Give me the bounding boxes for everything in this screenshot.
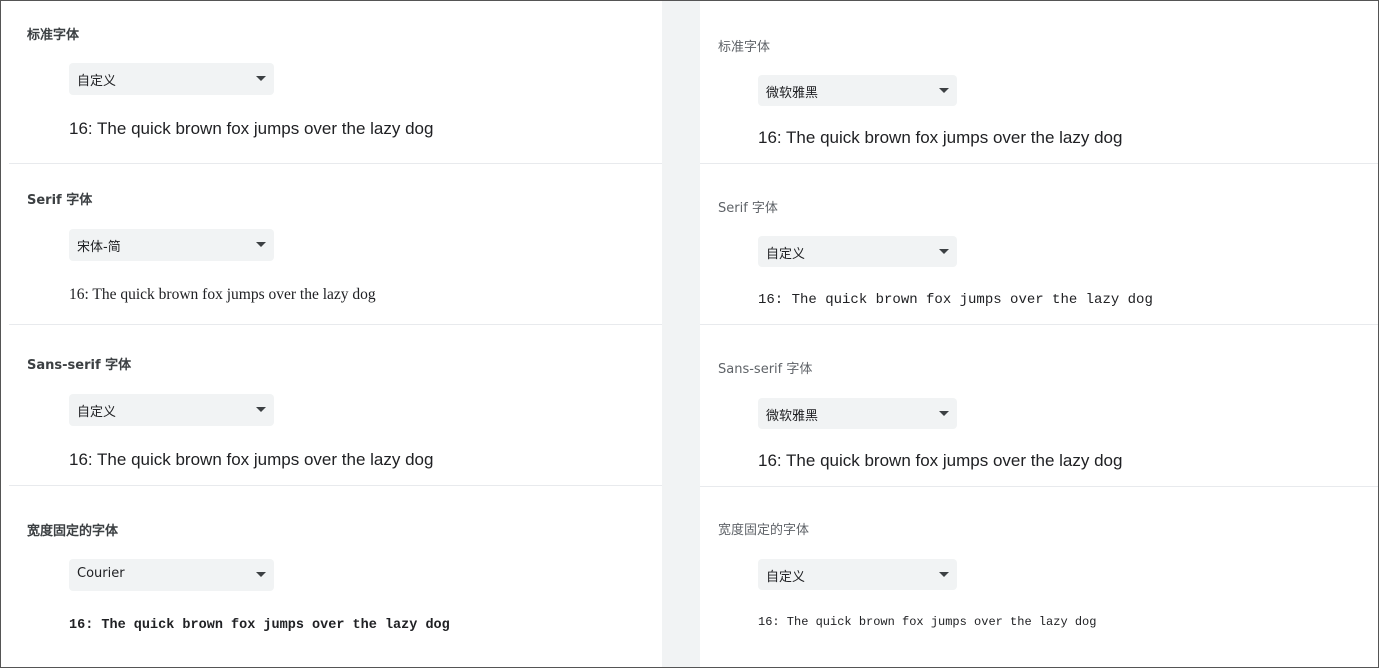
serif-font-select[interactable]: 自定义 [758,236,957,267]
right-font-settings-panel: 标准字体 微软雅黑 16: The quick brown fox jumps … [700,1,1378,667]
standard-font-select-value: 自定义 [77,74,117,89]
caret-down-icon [939,411,949,416]
serif-font-sample: 16: The quick brown fox jumps over the l… [758,292,1153,308]
caret-down-icon [256,407,266,412]
section-separator [700,486,1378,487]
caret-down-icon [256,242,266,247]
section-separator [9,163,662,164]
panel-divider [662,1,700,667]
sans-serif-font-select-value: 自定义 [77,405,117,420]
sans-serif-font-select[interactable]: 自定义 [69,394,274,426]
caret-down-icon [256,76,266,81]
fixed-width-font-select[interactable]: 自定义 [758,559,957,590]
left-font-settings-panel: 标准字体 自定义 16: The quick brown fox jumps o… [9,1,662,667]
standard-font-select-value: 微软雅黑 [766,86,819,101]
standard-font-sample: 16: The quick brown fox jumps over the l… [758,128,1123,147]
caret-down-icon [939,88,949,93]
sans-serif-font-select-value: 微软雅黑 [766,409,819,424]
sans-serif-font-select[interactable]: 微软雅黑 [758,398,957,429]
section-separator [9,485,662,486]
section-separator [700,163,1378,164]
standard-font-label: 标准字体 [718,40,771,55]
serif-font-select-value: 宋体-简 [77,240,121,255]
caret-down-icon [256,572,266,577]
fixed-width-font-sample: 16: The quick brown fox jumps over the l… [758,615,1097,629]
sans-serif-font-sample: 16: The quick brown fox jumps over the l… [758,451,1123,470]
fixed-width-font-sample: 16: The quick brown fox jumps over the l… [69,618,450,633]
serif-font-select-value: 自定义 [766,247,806,262]
fixed-width-font-select-value: 自定义 [766,570,806,585]
section-separator [9,324,662,325]
serif-font-select[interactable]: 宋体-简 [69,229,274,261]
serif-font-label: Serif 字体 [718,201,778,216]
serif-font-sample: 16: The quick brown fox jumps over the l… [69,286,376,303]
section-separator [700,324,1378,325]
standard-font-sample: 16: The quick brown fox jumps over the l… [69,119,434,138]
sans-serif-font-label: Sans-serif 字体 [27,358,132,373]
caret-down-icon [939,572,949,577]
standard-font-select[interactable]: 微软雅黑 [758,75,957,106]
fixed-width-font-label: 宽度固定的字体 [718,523,810,538]
fixed-width-font-label: 宽度固定的字体 [27,524,119,539]
caret-down-icon [939,249,949,254]
fixed-width-font-select[interactable]: Courier [69,559,274,591]
sans-serif-font-sample: 16: The quick brown fox jumps over the l… [69,450,434,469]
standard-font-label: 标准字体 [27,28,80,43]
serif-font-label: Serif 字体 [27,193,93,208]
screenshot-frame: 标准字体 自定义 16: The quick brown fox jumps o… [0,0,1379,668]
fixed-width-font-select-value: Courier [77,566,125,581]
sans-serif-font-label: Sans-serif 字体 [718,362,813,377]
standard-font-select[interactable]: 自定义 [69,63,274,95]
